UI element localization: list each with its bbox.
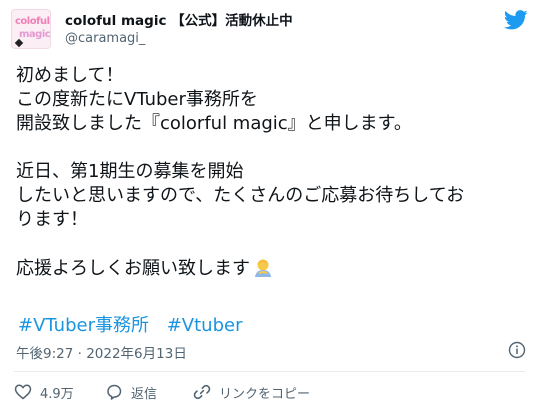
person-bowing-emoji bbox=[255, 259, 271, 277]
hashtag-link[interactable]: #VTuber事務所 bbox=[18, 315, 149, 336]
tweet-card[interactable]: coloful magic coloful magic 【公式】活動休止中 @c… bbox=[0, 0, 539, 408]
tweet-line: 開設致しました『colorful magic』と申します。 bbox=[16, 113, 412, 134]
avatar-decoration bbox=[14, 38, 24, 48]
reply-button[interactable]: 返信 bbox=[105, 381, 157, 403]
tweet-line-last: 応援よろしくお願い致します bbox=[16, 256, 531, 280]
tweet-line: この度新たにVTuber事務所を bbox=[16, 89, 258, 110]
user-handle[interactable]: @caramagi_ bbox=[65, 31, 145, 46]
tweet-line: 近日、第1期生の募集を開始 bbox=[16, 161, 244, 182]
tweet-line: ります！ bbox=[16, 209, 88, 230]
tweet-text: 初めまして！ この度新たにVTuber事務所を 開設致しました『colorful… bbox=[16, 64, 531, 280]
timestamp[interactable]: 午後9:27 · 2022年6月13日 bbox=[16, 342, 187, 362]
copy-link-label: リンクをコピー bbox=[219, 386, 311, 402]
tweet-line: したいと思いますので、たくさんのご応募お待ちしてお bbox=[16, 185, 465, 206]
divider bbox=[14, 371, 525, 372]
tweet-line: 初めまして！ bbox=[16, 65, 124, 86]
twitter-bird-icon[interactable] bbox=[504, 10, 528, 30]
like-button[interactable]: 4.9万 bbox=[14, 381, 74, 403]
tweet-line-text: 応援よろしくお願い致します bbox=[16, 258, 250, 279]
link-icon bbox=[193, 384, 211, 400]
heart-icon bbox=[14, 384, 32, 400]
hashtag-link[interactable]: #Vtuber bbox=[167, 315, 243, 336]
info-icon[interactable] bbox=[508, 341, 526, 359]
like-count: 4.9万 bbox=[40, 386, 74, 402]
copy-link-button[interactable]: リンクをコピー bbox=[193, 381, 310, 403]
reply-label: 返信 bbox=[131, 386, 158, 402]
display-name[interactable]: coloful magic 【公式】活動休止中 bbox=[65, 9, 293, 29]
avatar-logo-text: coloful bbox=[15, 16, 50, 27]
avatar[interactable]: coloful magic bbox=[11, 9, 51, 49]
speech-bubble-icon bbox=[107, 384, 122, 400]
hashtag-list: #VTuber事務所 #Vtuber bbox=[18, 311, 254, 337]
avatar-logo-text-2: magic bbox=[19, 29, 51, 40]
